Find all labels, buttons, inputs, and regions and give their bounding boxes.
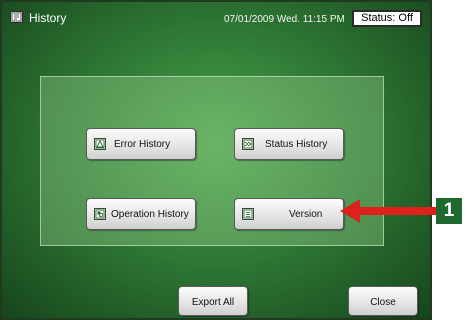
export-all-label: Export All [191,297,235,308]
callout-number-badge: 1 [436,198,462,224]
close-button[interactable]: Close [348,286,418,316]
history-icon [10,11,23,23]
error-history-label: Error History [114,139,171,150]
callout-arrow [340,199,436,223]
status-badge: Status: Off [352,10,422,27]
history-screen: History 07/01/2009 Wed. 11:15 PM Status:… [0,0,432,320]
datetime-display: 07/01/2009 Wed. 11:15 PM [224,14,345,25]
version-icon [242,208,254,220]
status-history-label: Status History [265,139,328,150]
export-all-button[interactable]: Export All [178,286,248,316]
error-history-button[interactable]: Error History [86,128,196,160]
version-button[interactable]: Version [234,198,344,230]
header-bar: History 07/01/2009 Wed. 11:15 PM Status:… [2,2,430,32]
page-title: History [29,11,67,25]
operation-history-icon [94,208,106,220]
status-history-icon [242,138,254,150]
operation-history-button[interactable]: Operation History [86,198,196,230]
operation-history-label: Operation History [111,209,189,220]
version-label: Version [289,209,323,220]
error-history-icon [94,138,106,150]
close-label: Close [370,297,396,308]
status-history-button[interactable]: Status History [234,128,344,160]
